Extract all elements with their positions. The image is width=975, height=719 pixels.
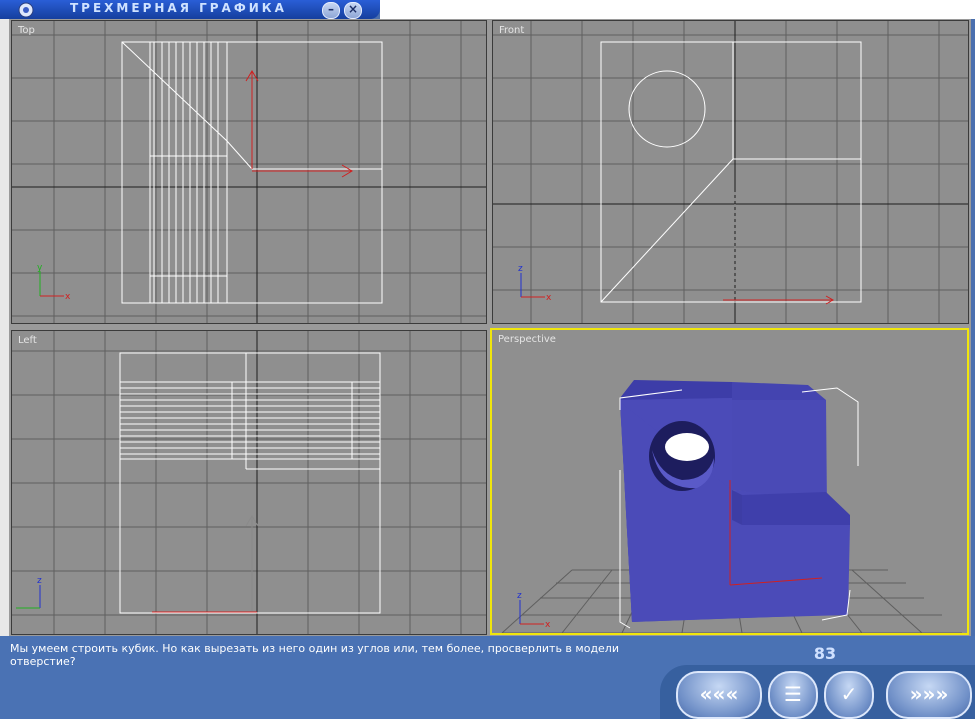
viewport-left-label: Left <box>18 335 37 346</box>
prev-button[interactable]: ««« <box>676 671 762 719</box>
bottom-panel: Мы умеем строить кубик. Но как вырезать … <box>0 636 975 719</box>
navigation-bar: ««« ☰ ✓ »»» <box>660 665 975 719</box>
window-edge <box>0 19 9 636</box>
desktop-background <box>380 0 975 19</box>
viewport-area: y x Top z x Front z Left z x Perspective <box>9 19 971 636</box>
viewport-perspective-canvas: z x <box>501 380 962 633</box>
minimize-button[interactable]: – <box>322 2 340 19</box>
next-button[interactable]: »»» <box>886 671 972 719</box>
viewport-left-canvas: z <box>12 331 486 634</box>
axis-z-label: z <box>518 264 523 274</box>
viewport-left[interactable]: z Left <box>11 330 487 635</box>
viewport-perspective[interactable]: z x Perspective <box>490 328 969 635</box>
axis-z-label: z <box>37 576 42 586</box>
axis-tripod-icon: z x <box>517 591 551 630</box>
menu-button[interactable]: ☰ <box>768 671 818 719</box>
model-block[interactable] <box>620 380 850 622</box>
viewport-front-canvas: z x <box>493 21 968 323</box>
lesson-message: Мы умеем строить кубик. Но как вырезать … <box>10 642 619 668</box>
window-title: ТРЕХМЕРНАЯ ГРАФИКА <box>70 1 287 15</box>
viewport-top[interactable]: y x Top <box>11 20 487 324</box>
axis-z-label: z <box>517 591 522 601</box>
axis-tripod-icon: z <box>16 576 42 609</box>
app-logo-icon <box>18 2 34 18</box>
close-button[interactable]: × <box>344 2 362 19</box>
viewport-perspective-label: Perspective <box>498 334 556 345</box>
axis-x-label: x <box>65 292 71 302</box>
page-number: 83 <box>813 644 837 663</box>
title-bar: ТРЕХМЕРНАЯ ГРАФИКА – × <box>0 0 380 19</box>
viewport-top-label: Top <box>18 25 35 36</box>
viewport-front-label: Front <box>499 25 525 36</box>
axis-y-label: y <box>37 263 43 273</box>
axis-x-label: x <box>545 620 551 630</box>
axis-x-label: x <box>546 293 552 303</box>
viewport-top-canvas: y x <box>12 21 486 323</box>
viewport-front[interactable]: z x Front <box>492 20 969 324</box>
check-button[interactable]: ✓ <box>824 671 874 719</box>
axis-tripod-icon: z x <box>518 264 552 303</box>
